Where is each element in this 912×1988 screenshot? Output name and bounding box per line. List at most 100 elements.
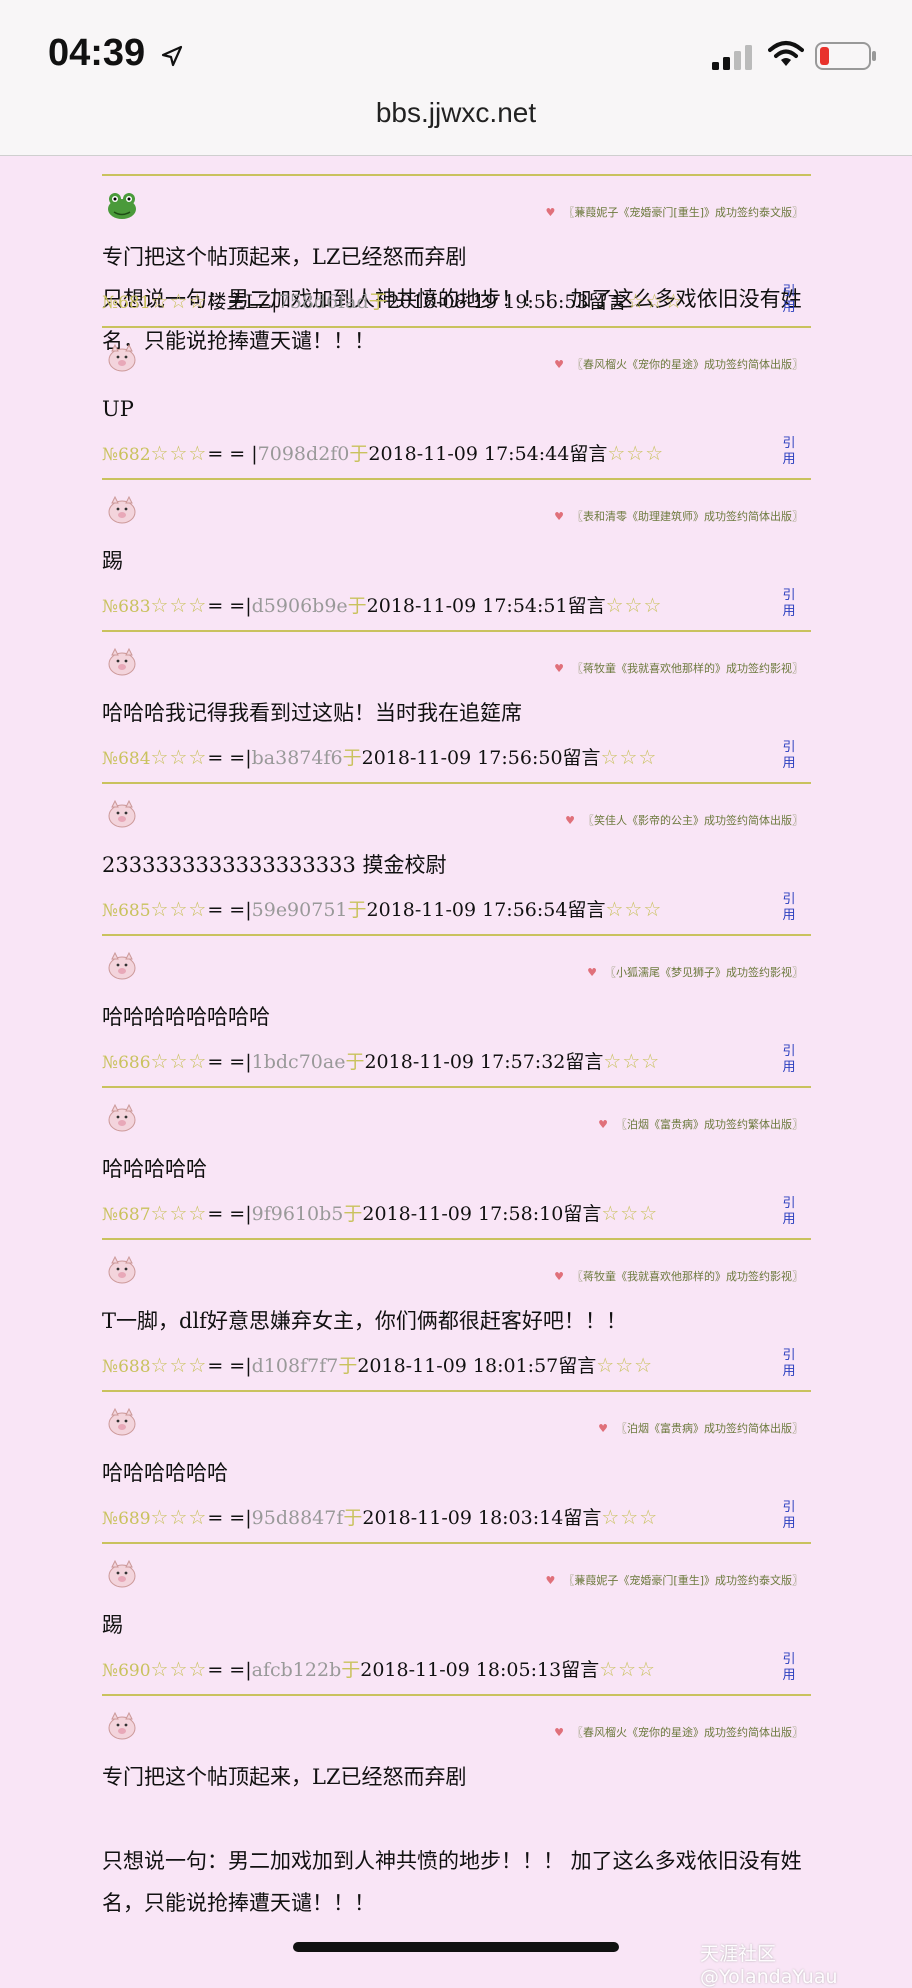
author-signature[interactable]: ♥ 〖表和清零《助理建筑师》成功签约简体出版〗	[554, 508, 803, 524]
post-action: 留言	[565, 1051, 604, 1073]
post-at: 于	[343, 1203, 363, 1225]
post-hash: d108f7f7	[251, 1355, 339, 1377]
post-action: 留言	[562, 747, 601, 769]
signature-text: 〖蒋牧童《我就喜欢他那样的》成功签约影视〗	[572, 1270, 803, 1283]
post-content: 2333333333333333333 摸金校尉	[102, 844, 811, 886]
quote-button[interactable]: 引用	[781, 1348, 797, 1380]
post-datetime: 2018-11-09 17:54:44	[368, 443, 570, 465]
post-at: 于	[345, 1051, 365, 1073]
heart-icon: ♥	[554, 510, 564, 523]
forum-post: ♥ 〖表和清零《助理建筑师》成功签约简体出版〗踢 №683☆☆☆= =|d5906b…	[102, 480, 811, 632]
author-signature[interactable]: ♥ 〖蒋牧童《我就喜欢他那样的》成功签约影视〗	[554, 660, 803, 676]
stars-right: ☆☆☆	[605, 897, 663, 921]
post-datetime: 2018-11-09 17:57:32	[364, 1051, 566, 1073]
quote-button[interactable]: 引用	[781, 1500, 797, 1532]
author-signature[interactable]: ♥ 〖春风榴火《宠你的星途》成功签约简体出版〗	[554, 1724, 803, 1740]
post-content: T一脚，dlf好意思嫌弃女主，你们俩都很赶客好吧！！！	[102, 1300, 811, 1342]
post-author: = =	[207, 1507, 246, 1529]
post-content: 踢	[102, 1604, 811, 1646]
pig-avatar-icon	[106, 1559, 138, 1589]
post-at: 于	[347, 899, 367, 921]
quote-button[interactable]: 引用	[781, 892, 797, 924]
post-meta: №688☆☆☆= =|d108f7f7于2018-11-09 18:01:57留…	[102, 1351, 653, 1378]
quote-button[interactable]: 引用	[781, 1044, 797, 1076]
author-signature[interactable]: ♥ 〖泊烟《富贵病》成功签约简体出版〗	[598, 1420, 803, 1436]
post-author: = =	[207, 443, 252, 465]
status-time: 04:39	[48, 32, 146, 74]
post-action: 留言	[588, 291, 627, 313]
post-datetime: 2018-08-19 19:56:53	[387, 291, 589, 313]
stars-left: ☆☆☆	[150, 745, 208, 769]
post-at: 于	[368, 291, 388, 313]
author-signature[interactable]: ♥ 〖笑佳人《影帝的公主》成功签约简体出版〗	[565, 812, 803, 828]
heart-icon: ♥	[545, 1574, 556, 1587]
post-hash: 1bdc70ae	[251, 1051, 346, 1073]
author-signature[interactable]: ♥ 〖春风榴火《宠你的星途》成功签约简体出版〗	[554, 356, 803, 372]
author-signature[interactable]: ♥ 〖蒹葭妮子《宠婚豪门[重生]》成功签约泰文版〗	[546, 1572, 803, 1588]
heart-icon: ♥	[587, 966, 597, 979]
pig-avatar-icon	[106, 1407, 138, 1437]
pig-avatar-icon	[106, 1255, 138, 1285]
stars-right: ☆☆☆	[601, 1201, 659, 1225]
post-content-line: 2333333333333333333 摸金校尉	[102, 853, 447, 877]
post-datetime: 2018-11-09 17:58:10	[362, 1203, 564, 1225]
stars-left: ☆☆☆	[150, 593, 208, 617]
post-number: №689	[102, 1509, 151, 1529]
post-number: №681	[102, 293, 151, 313]
pig-avatar-icon	[106, 1711, 138, 1741]
post-author: = =	[207, 1203, 246, 1225]
stars-right: ☆☆☆	[599, 1657, 656, 1681]
post-number: №688	[102, 1357, 151, 1377]
post-meta: №681☆☆☆楼主LZ|758d6fad于2018-08-19 19:56:53…	[102, 287, 683, 314]
stars-right: ☆☆☆	[601, 1505, 659, 1529]
post-meta: №689☆☆☆= =|95d8847f于2018-11-09 18:03:14留…	[102, 1503, 658, 1530]
post-at: 于	[349, 443, 369, 465]
author-signature[interactable]: ♥ 〖泊烟《富贵病》成功签约繁体出版〗	[598, 1116, 803, 1132]
battery-low-icon	[815, 42, 876, 70]
location-arrow-icon	[161, 45, 183, 67]
post-content-line: UP	[102, 397, 134, 421]
address-bar-url[interactable]: bbs.jjwxc.net	[0, 97, 912, 129]
quote-button[interactable]: 引用	[781, 740, 797, 772]
watermark: 天涯社区@YolandaYuau	[700, 1943, 838, 1988]
home-indicator[interactable]	[293, 1942, 619, 1952]
heart-icon: ♥	[545, 206, 556, 219]
author-signature[interactable]: ♥ 〖蒹葭妮子《宠婚豪门[重生]》成功签约泰文版〗	[546, 204, 803, 220]
heart-icon: ♥	[554, 1726, 564, 1739]
post-content-line: 哈哈哈哈哈哈哈哈	[102, 1005, 270, 1029]
signature-text: 〖泊烟《富贵病》成功签约简体出版〗	[616, 1422, 803, 1435]
forum-post: ♥ 〖蒹葭妮子《宠婚豪门[重生]》成功签约泰文版〗踢 №690☆☆☆= =|afcb…	[102, 1544, 811, 1696]
quote-button[interactable]: 引用	[781, 284, 797, 316]
status-bar: 04:39 bbs.jjwxc.net	[0, 0, 912, 156]
stars-left: ☆☆☆	[150, 1049, 208, 1073]
quote-button[interactable]: 引用	[781, 436, 797, 468]
stars-right: ☆☆☆	[600, 745, 658, 769]
stars-left: ☆☆☆	[150, 897, 208, 921]
quote-button[interactable]: 引用	[781, 1652, 797, 1684]
post-content: UP	[102, 388, 811, 430]
stars-right: ☆☆☆	[605, 593, 663, 617]
heart-icon: ♥	[554, 1270, 564, 1283]
heart-icon: ♥	[598, 1422, 608, 1435]
author-signature[interactable]: ♥ 〖蒋牧童《我就喜欢他那样的》成功签约影视〗	[554, 1268, 803, 1284]
signature-text: 〖蒹葭妮子《宠婚豪门[重生]》成功签约泰文版〗	[563, 1574, 803, 1587]
post-hash: 9f9610b5	[251, 1203, 344, 1225]
stars-left: ☆☆☆	[150, 1505, 208, 1529]
stars-left: ☆☆☆	[150, 289, 208, 313]
stars-left: ☆☆☆	[150, 1657, 208, 1681]
post-action: 留言	[567, 595, 606, 617]
author-signature[interactable]: ♥ 〖小狐濡尾《梦见狮子》成功签约影视〗	[587, 964, 803, 980]
post-content-line: 哈哈哈哈哈哈	[102, 1461, 228, 1485]
post-content-line: 只想说一句：男二加戏加到人神共愤的地步！！！ 加了这么多戏依旧没有姓名，只能说抢…	[102, 1849, 802, 1915]
signature-text: 〖表和清零《助理建筑师》成功签约简体出版〗	[572, 510, 803, 523]
quote-button[interactable]: 引用	[781, 1196, 797, 1228]
stars-right: ☆☆☆	[607, 441, 665, 465]
post-content: 踢	[102, 540, 811, 582]
quote-button[interactable]: 引用	[781, 588, 797, 620]
pig-avatar-icon	[106, 343, 138, 373]
forum-post: ♥ 〖蒋牧童《我就喜欢他那样的》成功签约影视〗 哈哈哈我记得我看到过这贴！当时我在追…	[102, 632, 811, 784]
post-action: 留言	[558, 1355, 597, 1377]
post-datetime: 2018-11-09 18:05:13	[360, 1659, 562, 1681]
post-at: 于	[341, 1659, 361, 1681]
signature-text: 〖泊烟《富贵病》成功签约繁体出版〗	[616, 1118, 803, 1131]
